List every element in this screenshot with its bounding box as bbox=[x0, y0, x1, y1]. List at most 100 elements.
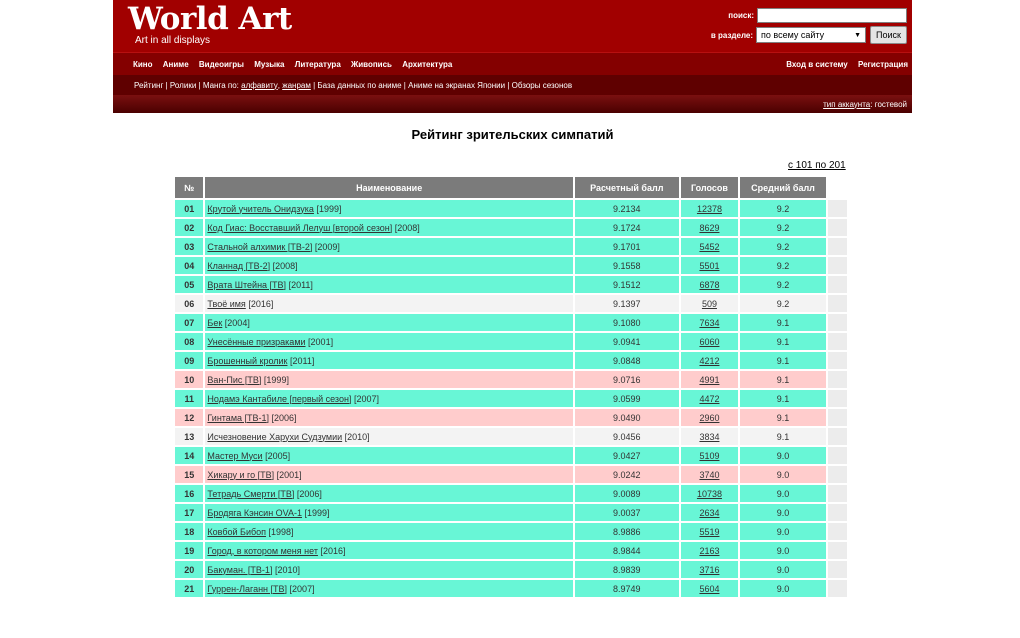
site-logo[interactable]: World Art bbox=[128, 1, 292, 37]
avg-cell: 9.1 bbox=[740, 333, 826, 350]
rank-number: 03 bbox=[175, 238, 204, 255]
section-select-value: по всему сайту bbox=[761, 30, 825, 40]
main-nav: Кино Аниме Видеоигры Музыка Литература Ж… bbox=[113, 52, 912, 75]
votes-link[interactable]: 6878 bbox=[699, 280, 719, 290]
rank-number: 20 bbox=[175, 561, 204, 578]
title-cell: Брошенный кролик [2011] bbox=[205, 352, 573, 369]
votes-link[interactable]: 3716 bbox=[699, 565, 719, 575]
subnav-database[interactable]: База данных по аниме bbox=[317, 81, 401, 90]
anime-title-link[interactable]: Ковбой Бибоп bbox=[207, 527, 266, 537]
votes-link[interactable]: 509 bbox=[702, 299, 717, 309]
anime-title-link[interactable]: Исчезновение Харухи Судзумии bbox=[207, 432, 342, 442]
table-row: 07 Бек [2004] 9.1080 7634 9.1 bbox=[175, 314, 847, 331]
anime-title-link[interactable]: Гуррен-Лаганн [ТВ] bbox=[207, 584, 287, 594]
nav-item-anime[interactable]: Аниме bbox=[163, 60, 189, 69]
subnav-season-reviews[interactable]: Обзоры сезонов bbox=[512, 81, 573, 90]
anime-title-link[interactable]: Нодамэ Кантабиле [первый сезон] bbox=[207, 394, 351, 404]
score-cell: 9.0427 bbox=[574, 447, 679, 464]
subnav-genres[interactable]: жанрам bbox=[282, 81, 311, 90]
title-cell: Врата Штейна [ТВ] [2011] bbox=[205, 276, 573, 293]
rank-number: 07 bbox=[175, 314, 204, 331]
anime-title-link[interactable]: Кланнад [ТВ-2] bbox=[207, 261, 270, 271]
rank-number: 17 bbox=[175, 504, 204, 521]
next-range-link[interactable]: с 101 по 201 bbox=[788, 160, 846, 171]
subnav-comma: , bbox=[277, 80, 280, 90]
anime-title-link[interactable]: Твоё имя bbox=[207, 299, 245, 309]
anime-year: [2008] bbox=[272, 260, 298, 271]
anime-title-link[interactable]: Код Гиас: Восставший Лелуш [второй сезон… bbox=[207, 223, 392, 233]
votes-link[interactable]: 5501 bbox=[699, 261, 719, 271]
table-row: 04 Кланнад [ТВ-2] [2008] 9.1558 5501 9.2 bbox=[175, 257, 847, 274]
votes-cell: 8629 bbox=[680, 219, 739, 236]
nav-item-music[interactable]: Музыка bbox=[254, 60, 284, 69]
votes-link[interactable]: 7634 bbox=[699, 318, 719, 328]
votes-link[interactable]: 5519 bbox=[699, 527, 719, 537]
anime-title-link[interactable]: Унесённые призраками bbox=[207, 337, 305, 347]
anime-title-link[interactable]: Бек bbox=[207, 318, 222, 328]
nav-item-kino[interactable]: Кино bbox=[133, 60, 153, 69]
anime-title-link[interactable]: Ван-Пис [ТВ] bbox=[207, 375, 261, 385]
votes-link[interactable]: 8629 bbox=[699, 223, 719, 233]
login-link[interactable]: Вход в систему bbox=[786, 60, 847, 69]
subnav-japan-screens[interactable]: Аниме на экранах Японии bbox=[408, 81, 505, 90]
votes-link[interactable]: 2960 bbox=[699, 413, 719, 423]
anime-title-link[interactable]: Врата Штейна [ТВ] bbox=[207, 280, 286, 290]
register-link[interactable]: Регистрация bbox=[858, 60, 908, 69]
score-cell: 9.1558 bbox=[574, 257, 679, 274]
anime-title-link[interactable]: Брошенный кролик bbox=[207, 356, 287, 366]
votes-link[interactable]: 3740 bbox=[699, 470, 719, 480]
votes-link[interactable]: 5109 bbox=[699, 451, 719, 461]
anime-title-link[interactable]: Крутой учитель Онидзука bbox=[207, 204, 314, 214]
section-select[interactable]: по всему сайту ▼ bbox=[756, 27, 867, 43]
subnav-alphabet[interactable]: алфавиту bbox=[241, 81, 278, 90]
table-row: 12 Гинтама [ТВ-1] [2006] 9.0490 2960 9.1 bbox=[175, 409, 847, 426]
votes-cell: 5501 bbox=[680, 257, 739, 274]
anime-title-link[interactable]: Тетрадь Смерти [ТВ] bbox=[207, 489, 294, 499]
search-button[interactable]: Поиск bbox=[870, 26, 907, 44]
votes-link[interactable]: 10738 bbox=[697, 489, 722, 499]
score-cell: 9.0599 bbox=[574, 390, 679, 407]
avg-cell: 9.0 bbox=[740, 466, 826, 483]
account-type-link[interactable]: тип аккаунта bbox=[823, 100, 870, 109]
anime-year: [2011] bbox=[288, 279, 313, 290]
table-row: 08 Унесённые призраками [2001] 9.0941 6060 9… bbox=[175, 333, 847, 350]
votes-link[interactable]: 5604 bbox=[699, 584, 719, 594]
votes-link[interactable]: 3834 bbox=[699, 432, 719, 442]
anime-title-link[interactable]: Хикару и го [ТВ] bbox=[207, 470, 274, 480]
anime-title-link[interactable]: Бакуман. [ТВ-1] bbox=[207, 565, 272, 575]
votes-link[interactable]: 2634 bbox=[699, 508, 719, 518]
score-cell: 9.1724 bbox=[574, 219, 679, 236]
votes-link[interactable]: 4212 bbox=[699, 356, 719, 366]
anime-title-link[interactable]: Стальной алхимик [ТВ-2] bbox=[207, 242, 312, 252]
table-row: 14 Мастер Муси [2005] 9.0427 5109 9.0 bbox=[175, 447, 847, 464]
subnav-rating[interactable]: Рейтинг bbox=[134, 81, 163, 90]
title-cell: Стальной алхимик [ТВ-2] [2009] bbox=[205, 238, 573, 255]
anime-title-link[interactable]: Мастер Муси bbox=[207, 451, 262, 461]
anime-year: [2011] bbox=[289, 355, 315, 366]
anime-title-link[interactable]: Гинтама [ТВ-1] bbox=[207, 413, 269, 423]
votes-link[interactable]: 12378 bbox=[697, 204, 722, 214]
avg-cell: 9.0 bbox=[740, 504, 826, 521]
votes-link[interactable]: 2163 bbox=[699, 546, 719, 556]
anime-year: [2007] bbox=[353, 393, 379, 404]
search-input[interactable] bbox=[757, 8, 907, 23]
votes-link[interactable]: 6060 bbox=[699, 337, 719, 347]
subnav-clips[interactable]: Ролики bbox=[170, 81, 196, 90]
row-spacer bbox=[827, 485, 847, 502]
anime-title-link[interactable]: Город, в котором меня нет bbox=[207, 546, 318, 556]
votes-link[interactable]: 4472 bbox=[699, 394, 719, 404]
table-row: 10 Ван-Пис [ТВ] [1999] 9.0716 4991 9.1 bbox=[175, 371, 847, 388]
title-cell: Хикару и го [ТВ] [2001] bbox=[205, 466, 573, 483]
nav-item-literature[interactable]: Литература bbox=[295, 60, 341, 69]
nav-item-videogames[interactable]: Видеоигры bbox=[199, 60, 244, 69]
anime-title-link[interactable]: Бродяга Кэнсин OVA-1 bbox=[207, 508, 302, 518]
title-cell: Крутой учитель Онидзука [1999] bbox=[205, 200, 573, 217]
votes-link[interactable]: 5452 bbox=[699, 242, 719, 252]
chevron-down-icon: ▼ bbox=[854, 31, 862, 39]
votes-cell: 4991 bbox=[680, 371, 739, 388]
votes-cell: 5604 bbox=[680, 580, 739, 597]
votes-link[interactable]: 4991 bbox=[699, 375, 719, 385]
score-cell: 9.0037 bbox=[574, 504, 679, 521]
nav-item-architecture[interactable]: Архитектура bbox=[402, 60, 452, 69]
nav-item-painting[interactable]: Живопись bbox=[351, 60, 392, 69]
